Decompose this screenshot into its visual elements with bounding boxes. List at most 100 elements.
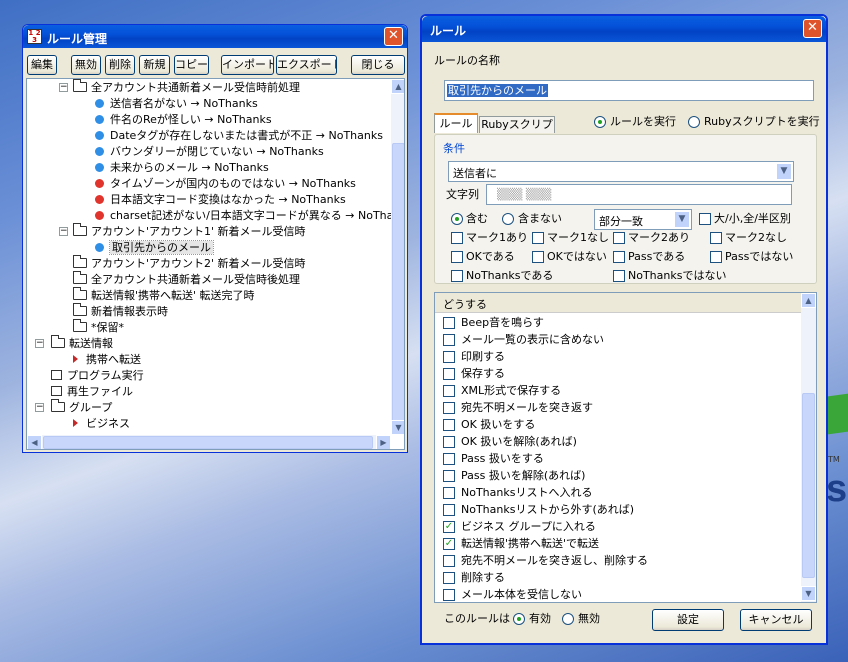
flag-checkbox[interactable] bbox=[613, 270, 625, 282]
action-checkbox[interactable] bbox=[443, 436, 455, 448]
action-checkbox[interactable] bbox=[443, 385, 455, 397]
action-label: XML形式で保存する bbox=[461, 384, 562, 397]
tree-item[interactable]: Dateタグが存在しないまたは書式が不正 → NoThanks bbox=[95, 128, 383, 144]
vertical-scrollbar[interactable]: ▲ ▼ bbox=[391, 79, 404, 435]
action-checkbox[interactable]: ✓ bbox=[443, 538, 455, 550]
tree-item[interactable]: 未来からのメール → NoThanks bbox=[95, 160, 269, 176]
match-select[interactable]: 部分一致 ▼ bbox=[594, 209, 692, 230]
scroll-left-icon[interactable]: ◀ bbox=[27, 435, 42, 449]
edit-button[interactable]: 編集 bbox=[27, 55, 57, 75]
tree-item[interactable]: 取引先からのメール bbox=[95, 240, 214, 256]
tree-item[interactable]: ビジネス bbox=[73, 416, 130, 432]
close-button[interactable]: 閉じる bbox=[351, 55, 405, 75]
expand-collapse-icon[interactable]: − bbox=[59, 83, 68, 92]
tree-item[interactable]: 転送情報'携帯へ転送' 転送完了時 bbox=[73, 287, 255, 304]
run-ruby-radio[interactable] bbox=[688, 116, 700, 128]
chevron-down-icon[interactable]: ▼ bbox=[776, 163, 792, 180]
tree-item[interactable]: *保留* bbox=[73, 319, 124, 336]
action-checkbox[interactable] bbox=[443, 334, 455, 346]
action-checkbox[interactable]: ✓ bbox=[443, 521, 455, 533]
sender-select[interactable]: 送信者に ▼ bbox=[448, 161, 794, 182]
case-checkbox[interactable] bbox=[699, 213, 711, 225]
not-contains-radio[interactable] bbox=[502, 213, 514, 225]
action-checkbox[interactable] bbox=[443, 470, 455, 482]
chevron-down-icon[interactable]: ▼ bbox=[674, 211, 690, 228]
action-checkbox[interactable] bbox=[443, 572, 455, 584]
rule-titlebar[interactable]: ルール ✕ bbox=[422, 16, 826, 42]
scroll-up-icon[interactable]: ▲ bbox=[801, 293, 816, 308]
export-button[interactable]: エクスポート bbox=[276, 55, 337, 75]
action-checkbox[interactable] bbox=[443, 555, 455, 567]
new-button[interactable]: 新規 bbox=[139, 55, 170, 75]
action-checkbox[interactable] bbox=[443, 351, 455, 363]
flag-checkbox[interactable] bbox=[613, 251, 625, 263]
run-rule-radio[interactable] bbox=[594, 116, 606, 128]
flag-checkbox[interactable] bbox=[451, 251, 463, 263]
ok-button[interactable]: 設定 bbox=[652, 609, 724, 631]
enabled-radio[interactable] bbox=[513, 613, 525, 625]
scroll-right-icon[interactable]: ▶ bbox=[376, 435, 391, 449]
horizontal-scrollbar[interactable]: ◀ ▶ bbox=[27, 435, 391, 449]
flag-checkbox[interactable] bbox=[613, 232, 625, 244]
tree-item[interactable]: アカウント'アカウント1' 新着メール受信時 bbox=[73, 223, 306, 240]
actions-scrollbar[interactable]: ▲ ▼ bbox=[801, 293, 816, 602]
delete-button[interactable]: 削除 bbox=[105, 55, 135, 75]
scroll-thumb[interactable] bbox=[802, 393, 815, 578]
rule-manager-titlebar[interactable]: 1 23 ルール管理 ✕ bbox=[23, 25, 407, 48]
tree-item[interactable]: 再生ファイル bbox=[51, 384, 133, 400]
expand-collapse-icon[interactable]: − bbox=[35, 339, 44, 348]
contains-radio[interactable] bbox=[451, 213, 463, 225]
hscroll-thumb[interactable] bbox=[43, 436, 373, 449]
flag-checkbox[interactable] bbox=[532, 232, 544, 244]
rule-name-input[interactable]: 取引先からのメール bbox=[444, 80, 814, 101]
tree-item[interactable]: アカウント'アカウント2' 新着メール受信時 bbox=[73, 255, 306, 272]
action-checkbox[interactable] bbox=[443, 317, 455, 329]
scroll-thumb[interactable] bbox=[392, 143, 404, 426]
tree-item[interactable]: 全アカウント共通新着メール受信時後処理 bbox=[73, 271, 300, 288]
expand-collapse-icon[interactable]: − bbox=[59, 227, 68, 236]
close-icon[interactable]: ✕ bbox=[803, 19, 822, 38]
action-label: OK 扱いを解除(あれば) bbox=[461, 435, 577, 448]
tree-item[interactable]: charset記述がない/日本語文字コードが異なる → NoThanks bbox=[95, 208, 391, 224]
tree-item-label: グループ bbox=[69, 401, 113, 414]
action-checkbox[interactable] bbox=[443, 504, 455, 516]
action-checkbox[interactable] bbox=[443, 487, 455, 499]
tree-item[interactable]: 全アカウント共通新着メール受信時前処理 bbox=[73, 79, 300, 96]
tab-ruby-script[interactable]: Rubyスクリプト bbox=[479, 116, 555, 146]
string-input[interactable]: ▒▒▒ ▒▒▒ bbox=[486, 184, 792, 205]
tree-item[interactable]: プログラム実行 bbox=[51, 368, 144, 384]
disable-button[interactable]: 無効 bbox=[71, 55, 101, 75]
actions-list[interactable]: どうする Beep音を鳴らす メール一覧の表示に含めない 印刷する 保存する XML形式… bbox=[434, 292, 817, 603]
tree-item[interactable]: 転送情報 bbox=[51, 335, 113, 352]
tree-item[interactable]: バウンダリーが閉じていない → NoThanks bbox=[95, 144, 324, 160]
import-button[interactable]: インポート bbox=[221, 55, 274, 75]
tree-item[interactable]: タイムゾーンが国内のものではない → NoThanks bbox=[95, 176, 356, 192]
copy-button[interactable]: コピー bbox=[174, 55, 209, 75]
cancel-button[interactable]: キャンセル bbox=[740, 609, 812, 631]
action-checkbox[interactable] bbox=[443, 402, 455, 414]
rule-tree[interactable]: − 全アカウント共通新着メール受信時前処理 送信者名がない → NoThanks 件名… bbox=[26, 78, 405, 450]
scroll-down-icon[interactable]: ▼ bbox=[391, 420, 404, 435]
action-checkbox[interactable] bbox=[443, 368, 455, 380]
action-label: 宛先不明メールを突き返し、削除する bbox=[461, 554, 648, 567]
tree-item[interactable]: 携帯へ転送 bbox=[73, 352, 141, 368]
flag-checkbox[interactable] bbox=[451, 232, 463, 244]
tree-item[interactable]: 新着情報表示時 bbox=[73, 303, 168, 320]
close-icon[interactable]: ✕ bbox=[384, 27, 403, 46]
tree-item[interactable]: グループ bbox=[51, 399, 113, 416]
scroll-up-icon[interactable]: ▲ bbox=[391, 79, 404, 94]
tab-rule[interactable]: ルール bbox=[434, 113, 478, 133]
action-checkbox[interactable] bbox=[443, 453, 455, 465]
tree-item[interactable]: 送信者名がない → NoThanks bbox=[95, 96, 258, 112]
tree-item[interactable]: 日本語文字コード変換はなかった → NoThanks bbox=[95, 192, 346, 208]
expand-collapse-icon[interactable]: − bbox=[35, 403, 44, 412]
flag-checkbox[interactable] bbox=[710, 251, 722, 263]
flag-checkbox[interactable] bbox=[532, 251, 544, 263]
disabled-radio[interactable] bbox=[562, 613, 574, 625]
flag-checkbox[interactable] bbox=[710, 232, 722, 244]
action-checkbox[interactable] bbox=[443, 419, 455, 431]
action-checkbox[interactable] bbox=[443, 589, 455, 601]
tree-item[interactable]: 件名のReが怪しい → NoThanks bbox=[95, 112, 272, 128]
flag-checkbox[interactable] bbox=[451, 270, 463, 282]
scroll-down-icon[interactable]: ▼ bbox=[801, 586, 816, 601]
